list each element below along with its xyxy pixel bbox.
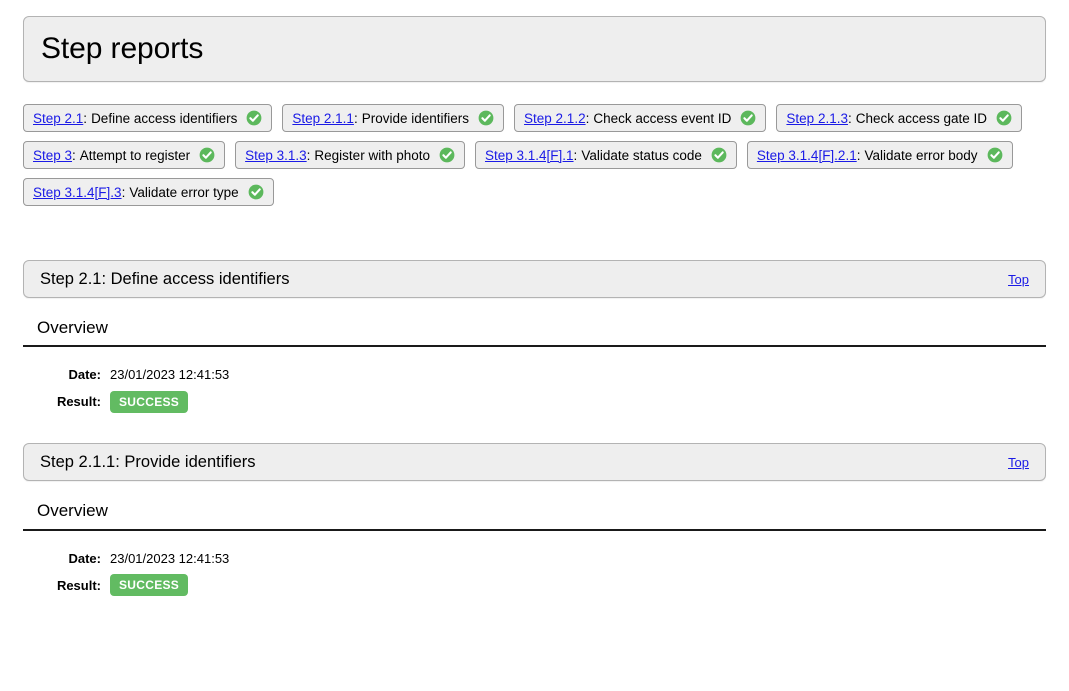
overview-table: Date: 23/01/2023 12:41:53 Result: SUCCES… [23, 545, 230, 599]
date-value: 23/01/2023 12:41:53 [110, 550, 230, 566]
result-value-cell: SUCCESS [109, 572, 230, 599]
step-chip-label: Validate status code [581, 147, 702, 163]
step-section-header: Step 2.1.1: Provide identifiers Top [23, 443, 1046, 482]
step-section-title: Step 2.1: Define access identifiers [40, 269, 290, 288]
step-chip-link[interactable]: Step 3 [33, 148, 72, 163]
top-link[interactable]: Top [1008, 455, 1029, 470]
overview-divider [23, 528, 1046, 531]
step-chip-link[interactable]: Step 3.1.4[F].2.1 [757, 148, 857, 163]
step-chip-6[interactable]: Step 3.1.4[F].1: Validate status code [474, 141, 737, 169]
result-label: Result: [56, 577, 101, 593]
step-chip-4[interactable]: Step 3: Attempt to register [23, 141, 226, 169]
check-circle-icon [987, 147, 1003, 163]
step-chip-label: Provide identifiers [361, 110, 470, 126]
step-chip-link[interactable]: Step 3.1.4[F].3 [33, 185, 122, 200]
step-chip-label: Validate error body [864, 147, 978, 163]
step-index-chip-list: Step 2.1: Define access identifiers Step … [23, 104, 1046, 206]
page-title: Step reports [41, 32, 204, 65]
step-chip-label: Register with photo [314, 147, 430, 163]
date-label: Date: [68, 367, 101, 383]
check-circle-icon [199, 147, 215, 163]
step-chip-label: Validate error type [129, 184, 239, 200]
check-circle-icon [439, 147, 455, 163]
step-chip-0[interactable]: Step 2.1: Define access identifiers [23, 104, 273, 132]
step-chip-label: Check access event ID [593, 110, 732, 126]
step-sections: Step 2.1: Define access identifiers Top … [23, 260, 1046, 627]
step-chip-1[interactable]: Step 2.1.1: Provide identifiers [282, 104, 505, 132]
step-chip-separator: : [121, 184, 126, 200]
step-chip-separator: : [83, 110, 88, 126]
overview-heading: Overview [37, 501, 108, 521]
overview-divider [23, 345, 1046, 348]
step-chip-link[interactable]: Step 3.1.3 [245, 148, 307, 163]
step-chip-link[interactable]: Step 3.1.4[F].1 [485, 148, 574, 163]
step-chip-separator: : [585, 110, 590, 126]
step-chip-separator: : [856, 147, 861, 163]
step-chip-link[interactable]: Step 2.1.1 [292, 111, 354, 126]
step-chip-separator: : [847, 110, 852, 126]
step-report-section-1: Step 2.1.1: Provide identifiers Top Over… [23, 443, 1046, 626]
status-badge: SUCCESS [110, 574, 189, 597]
step-chip-7[interactable]: Step 3.1.4[F].2.1: Validate error body [746, 141, 1013, 169]
check-circle-icon [246, 110, 262, 126]
overview-result-row: Result: SUCCESS [23, 388, 230, 415]
step-chip-label: Define access identifiers [91, 110, 238, 126]
step-chip-3[interactable]: Step 2.1.3: Check access gate ID [776, 104, 1023, 132]
status-badge: SUCCESS [110, 390, 189, 413]
result-label: Result: [56, 394, 101, 410]
step-chip-label: Check access gate ID [855, 110, 988, 126]
date-label: Date: [68, 550, 101, 566]
overview-heading: Overview [37, 318, 108, 337]
date-value: 23/01/2023 12:41:53 [110, 367, 230, 383]
step-chip-label: Attempt to register [79, 147, 191, 163]
step-chip-2[interactable]: Step 2.1.2: Check access event ID [514, 104, 767, 132]
overview-table: Date: 23/01/2023 12:41:53 Result: SUCCES… [23, 361, 230, 415]
overview-date-row: Date: 23/01/2023 12:41:53 [23, 361, 230, 388]
step-chip-5[interactable]: Step 3.1.3: Register with photo [235, 141, 465, 169]
overview-result-row: Result: SUCCESS [23, 572, 230, 599]
step-chip-separator: : [72, 147, 76, 163]
step-chip-separator: : [306, 147, 311, 163]
step-chip-8[interactable]: Step 3.1.4[F].3: Validate error type [23, 178, 274, 206]
step-reports-page: Step reports Step 2.1: Define access iden… [0, 0, 1069, 627]
step-section-title: Step 2.1.1: Provide identifiers [40, 453, 256, 472]
check-circle-icon [740, 110, 756, 126]
overview-date-row: Date: 23/01/2023 12:41:53 [23, 545, 230, 572]
check-circle-icon [248, 184, 264, 200]
step-report-section-0: Step 2.1: Define access identifiers Top … [23, 260, 1046, 443]
step-chip-link[interactable]: Step 2.1.3 [786, 111, 848, 126]
result-value-cell: SUCCESS [109, 388, 230, 415]
step-chip-separator: : [573, 147, 578, 163]
check-circle-icon [711, 147, 727, 163]
check-circle-icon [478, 110, 494, 126]
page-title-panel: Step reports [23, 16, 1046, 82]
overview-block: Overview Date: 23/01/2023 12:41:53 Resul… [23, 318, 1046, 415]
overview-block: Overview Date: 23/01/2023 12:41:53 Resul… [23, 501, 1046, 598]
top-link[interactable]: Top [1008, 272, 1029, 287]
check-circle-icon [996, 110, 1012, 126]
step-chip-link[interactable]: Step 2.1.2 [524, 111, 586, 126]
step-section-header: Step 2.1: Define access identifiers Top [23, 260, 1046, 298]
step-chip-separator: : [353, 110, 358, 126]
step-chip-link[interactable]: Step 2.1 [33, 111, 83, 126]
